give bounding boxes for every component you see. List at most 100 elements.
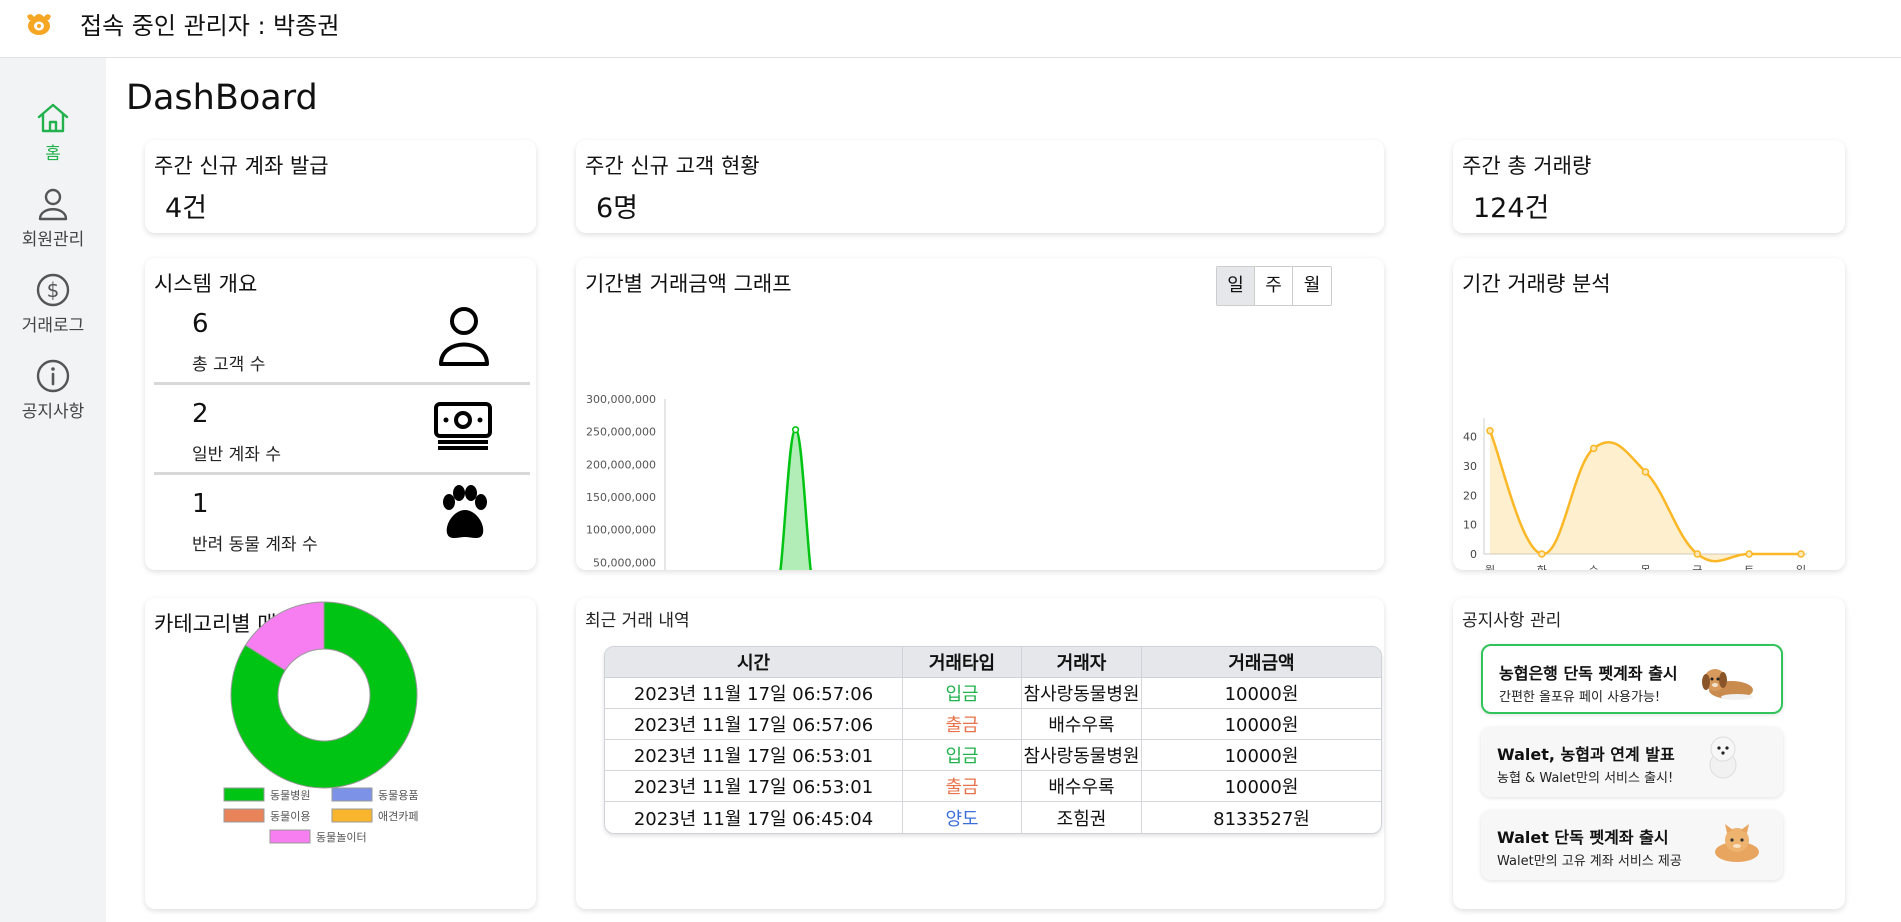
table-row[interactable]: 2023년 11월 17일 06:45:04 양도 조힘권 8133527원 [605,802,1381,833]
area-fill [1490,430,1801,562]
legend-label: 동물병원 [270,789,310,802]
sidebar: 홈 회원관리 $ 거래로그 공지사항 [0,58,106,922]
tx-party: 조힘권 [1022,802,1142,833]
notice-item[interactable]: Walet 단독 펫계좌 출시 Walet만의 고유 계좌 서비스 제공 [1481,810,1783,880]
y-tick-label: 100,000,000 [586,524,656,537]
series-line [779,428,812,570]
notice-title: 농협은행 단독 펫계좌 출시 [1499,664,1678,683]
new-customers-card: 주간 신규 고객 현황 6명 [576,140,1384,233]
table-row[interactable]: 2023년 11월 17일 06:57:06 출금 배수우록 10000원 [605,709,1381,740]
stat-label: 총 고객 수 [192,355,266,375]
notice-item[interactable]: 농협은행 단독 펫계좌 출시 간편한 올포유 페이 사용가능! [1481,644,1783,714]
area-fill [780,429,811,570]
page-title: DashBoard [126,78,318,118]
new-accounts-value: 4건 [165,193,208,224]
x-tick-label: 화 [1537,564,1547,570]
paw-icon [443,485,487,538]
data-point [791,426,800,434]
data-point [1538,550,1546,558]
legend-label: 동물용품 [378,789,418,802]
cat-image [1715,824,1759,862]
notice-subtitle: 간편한 올포유 페이 사용가능! [1499,690,1661,705]
recent-transactions-card: 최근 거래 내역 시간 거래타입 거래자 거래금액 2023년 11월 17일 … [576,598,1384,909]
card-title: 주간 신규 고객 현황 [585,154,760,178]
data-point [1641,468,1650,476]
tx-amount: 10000원 [1142,709,1381,740]
money-icon [434,402,492,450]
table-header-row: 시간 거래타입 거래자 거래금액 [605,647,1381,678]
dollar-icon: $ [36,273,70,307]
sidebar-item-label: 회원관리 [21,230,85,250]
main-content: DashBoard 주간 신규 계좌 발급 4건 주간 신규 고객 현황 6명 … [106,58,1901,922]
x-tick-label: 수 [1589,564,1599,570]
notice-title: Walet, 농협과 연계 발표 [1497,745,1675,764]
notice-title: Walet 단독 펫계좌 출시 [1497,828,1669,847]
notice-item[interactable]: Walet, 농협과 연계 발표 농협 & Walet만의 서비스 출시! [1481,727,1783,797]
top-header: 접속 중인 관리자 : 박종권 [0,0,1901,58]
svg-text:$: $ [47,278,60,302]
data-point [1486,427,1494,435]
y-tick-label: 20 [1463,489,1477,502]
x-tick-label: 금 [1692,564,1702,570]
divider [154,472,530,475]
y-tick-label: 10 [1463,519,1477,532]
divider [154,382,530,385]
puppy-image [1709,736,1737,779]
y-tick-label: 300,000,000 [586,393,656,406]
x-tick-label: 일 [1796,563,1806,570]
volume-analysis-card: 기간 거래량 분석 010203040월화수목금토일 [1453,258,1845,570]
data-point [1745,550,1753,558]
system-overview-card: 시스템 개요 6 총 고객 수 2 일반 계좌 수 1 반려 동물 계좌 수 [145,258,536,570]
x-tick-label: 월 [1485,564,1495,570]
y-tick-label: 50,000,000 [593,556,656,569]
column-header: 거래타입 [903,647,1022,678]
stat-label: 일반 계좌 수 [192,445,282,465]
tx-party: 참사랑동물병원 [1022,678,1142,709]
info-icon [36,359,70,393]
legend-label: 애견카페 [378,810,418,823]
tx-type: 양도 [903,802,1022,833]
card-title: 최근 거래 내역 [585,611,690,631]
category-sales-card: 카테고리별 매출 동물병원 동물용품 동물이용 애견카페 동물놀이터 [145,598,536,909]
legend-swatch [223,787,265,802]
data-point [1693,550,1702,558]
column-header: 거래자 [1022,647,1142,678]
x-tick-label: 목 [1640,564,1650,570]
tx-amount: 10000원 [1142,678,1381,709]
dog-image [1702,669,1753,700]
sidebar-item-label: 거래로그 [21,316,85,336]
stat-number: 1 [192,489,209,519]
tx-amount: 8133527원 [1213,808,1310,830]
table-row[interactable]: 2023년 11월 17일 06:53:01 입금 참사랑동물병원 10000원 [605,740,1381,771]
general-accounts-row: 2 일반 계좌 수 [154,386,530,476]
tx-type: 입금 [903,740,1022,771]
sidebar-item-home[interactable]: 홈 [0,100,106,164]
column-header: 거래금액 [1142,647,1381,678]
tx-party: 배수우록 [1022,771,1142,802]
y-tick-label: 30 [1463,460,1477,473]
y-tick-label: 250,000,000 [586,426,656,439]
data-point [1797,550,1805,558]
legend-swatch [269,829,311,844]
tx-party: 배수우록 [1022,709,1142,740]
new-accounts-card: 주간 신규 계좌 발급 4건 [145,140,536,233]
card-title: 시스템 개요 [154,272,258,296]
table-row[interactable]: 2023년 11월 17일 06:57:06 입금 참사랑동물병원 10000원 [605,678,1381,709]
column-header: 시간 [605,647,903,678]
sidebar-item-label: 공지사항 [21,402,85,422]
sidebar-item-transactions[interactable]: $ 거래로그 [0,272,106,336]
tx-time: 2023년 11월 17일 06:57:06 [605,709,903,740]
table-row[interactable]: 2023년 11월 17일 06:53:01 출금 배수우록 10000원 [605,771,1381,802]
sidebar-item-members[interactable]: 회원관리 [0,186,106,250]
legend-swatch [223,808,265,823]
tx-time: 2023년 11월 17일 06:53:01 [605,740,903,771]
y-tick-label: 150,000,000 [586,491,656,504]
total-tx-value: 124건 [1473,193,1550,224]
y-tick-label: 40 [1463,431,1477,444]
stat-number: 2 [192,399,209,429]
card-title: 주간 신규 계좌 발급 [154,154,329,178]
sidebar-item-notices[interactable]: 공지사항 [0,358,106,422]
transactions-table: 시간 거래타입 거래자 거래금액 2023년 11월 17일 06:57:06 … [604,646,1382,834]
legend-swatch [331,787,373,802]
new-customers-value: 6명 [596,193,639,224]
